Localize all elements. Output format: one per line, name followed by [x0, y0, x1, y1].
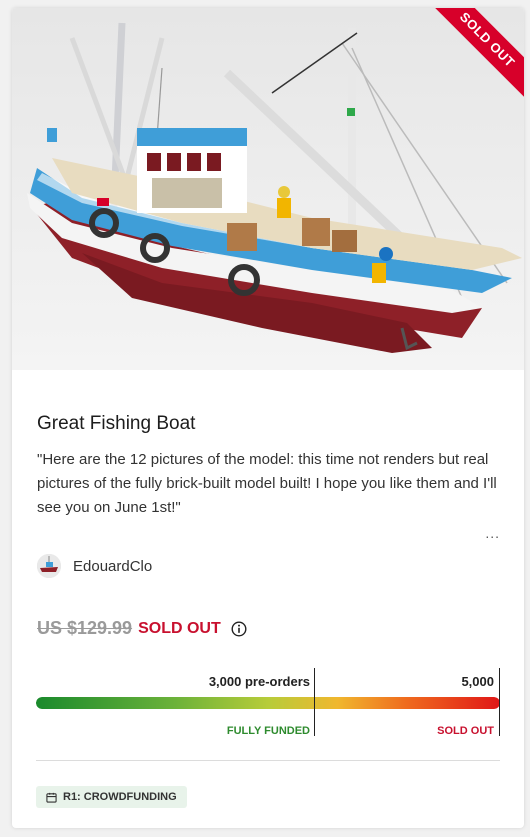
- sold-out-label: SOLD OUT: [437, 725, 494, 737]
- funding-progress: 3,000 pre-orders 5,000 FULLY FUNDED SOLD…: [36, 668, 500, 740]
- preorders-label: 3,000 pre-orders: [208, 674, 310, 689]
- sold-out-status: SOLD OUT: [138, 619, 221, 637]
- goal-label: 5,000: [461, 674, 494, 689]
- progress-bar-fill: [36, 697, 500, 709]
- progress-bar: [36, 697, 500, 709]
- product-description: "Here are the 12 pictures of the model: …: [37, 451, 497, 516]
- funded-marker: [314, 668, 315, 736]
- fully-funded-label: FULLY FUNDED: [226, 725, 310, 737]
- avatar-boat-icon: [37, 554, 61, 578]
- price-row: US $129.99 SOLD OUT: [37, 618, 247, 639]
- avatar: [37, 554, 61, 578]
- divider: [36, 760, 500, 761]
- boat-photo: [12, 8, 524, 370]
- author-link[interactable]: EdouardClo: [37, 554, 152, 578]
- round-tag-label: R1: CROWDFUNDING: [63, 791, 177, 803]
- author-name: EdouardClo: [73, 557, 153, 575]
- old-price: US $129.99: [37, 618, 133, 638]
- more-button[interactable]: ...: [485, 525, 500, 541]
- round-tag: R1: CROWDFUNDING: [36, 786, 187, 808]
- product-title[interactable]: Great Fishing Boat: [37, 413, 195, 435]
- product-card[interactable]: SOLD OUT Great Fishing Boat "Here are th…: [12, 8, 524, 828]
- info-icon[interactable]: [231, 620, 247, 637]
- calendar-icon: [46, 792, 57, 803]
- product-image[interactable]: SOLD OUT: [12, 8, 524, 370]
- goal-marker: [499, 668, 500, 736]
